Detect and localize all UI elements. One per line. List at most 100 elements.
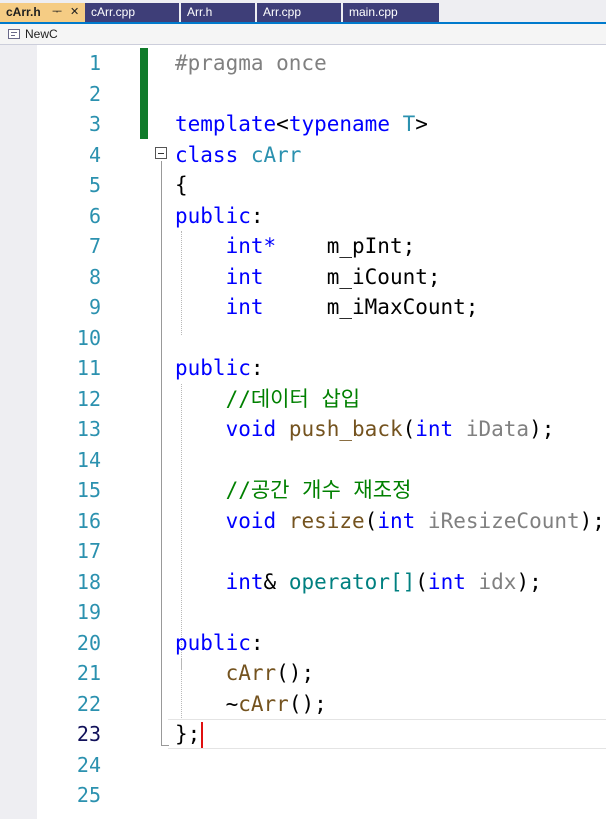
keyword: class (175, 142, 239, 167)
keyword: typename (288, 112, 390, 136)
preprocessor-directive: #pragma once (175, 51, 327, 75)
tab-main-cpp[interactable]: main.cpp (343, 3, 439, 22)
keyword: public (175, 203, 251, 228)
code-line-8: int m_iCount; (175, 262, 605, 293)
document-tab-bar: cArr.h ᅮ ✕ cArr.cpp Arr.h Arr.cpp main.c… (0, 0, 606, 24)
code-line-23: }; (175, 719, 605, 750)
keyword: void (225, 417, 277, 441)
navigation-bar[interactable]: NewC (0, 24, 606, 45)
code-line-22: ~cArr(); (175, 689, 605, 720)
line-number: 17 (76, 539, 101, 563)
code-line-5: { (175, 170, 605, 201)
punct: > (415, 112, 428, 136)
class-scope-icon (8, 29, 20, 39)
tab-carr-h[interactable]: cArr.h ᅮ ✕ (0, 3, 85, 22)
line-number: 1 (88, 51, 101, 75)
operator-name: operator[] (288, 569, 416, 594)
member-name: m_pInt; (326, 234, 416, 258)
pin-icon[interactable]: ᅮ (52, 3, 62, 22)
keyword: template (175, 112, 277, 136)
member-name: m_iMaxCount; (326, 295, 479, 319)
code-line-4: class cArr (175, 140, 605, 171)
line-number: 8 (88, 264, 101, 289)
keyword: int (415, 417, 454, 441)
line-number: 7 (88, 234, 101, 258)
function-name: resize (288, 508, 365, 533)
line-number: 5 (88, 173, 101, 197)
line-number: 14 (76, 447, 101, 472)
code-line-6: public: (175, 201, 605, 232)
punct: ); (516, 569, 542, 594)
destructor-name: cArr (238, 691, 289, 716)
outline-fold-line (161, 161, 162, 745)
line-number: 12 (76, 386, 101, 411)
punct: ); (579, 508, 605, 533)
punct: < (276, 112, 289, 136)
close-icon[interactable]: ✕ (70, 3, 79, 22)
line-number: 19 (76, 600, 101, 624)
tab-carr-cpp[interactable]: cArr.cpp (85, 3, 179, 22)
keyword: public (175, 630, 251, 655)
line-number: 3 (88, 112, 101, 136)
line-number-gutter: 1 2 3 4 5 6 7 8 9 10 11 12 13 14 15 16 1… (37, 48, 101, 811)
tab-label: cArr.cpp (91, 5, 136, 19)
change-tracking-bar (140, 48, 148, 139)
punct: }; (175, 722, 201, 746)
comment: //공간 개수 재조정 (225, 478, 412, 502)
collapse-icon[interactable] (155, 147, 167, 159)
tab-label: main.cpp (349, 5, 398, 19)
class-name: cArr (250, 142, 302, 167)
parameter: iResizeCount (427, 508, 580, 533)
code-line-1: #pragma once (175, 48, 605, 79)
keyword: void (225, 508, 277, 533)
code-editor[interactable]: 1 2 3 4 5 6 7 8 9 10 11 12 13 14 15 16 1… (0, 45, 606, 819)
code-line-20: public: (175, 628, 605, 659)
tab-arr-h[interactable]: Arr.h (181, 3, 255, 22)
code-text[interactable]: #pragma once template<typename T> class … (175, 48, 605, 811)
code-line-16: void resize(int iResizeCount); (175, 506, 605, 537)
punct: ( (364, 508, 378, 533)
punct: (); (288, 691, 327, 716)
template-param: T (402, 112, 416, 136)
line-number-current: 23 (76, 722, 101, 746)
line-number: 6 (88, 203, 101, 228)
keyword: int (377, 508, 416, 533)
keyword: int (427, 569, 466, 594)
keyword: int (225, 569, 264, 594)
parameter: iData (465, 417, 530, 441)
tab-label: Arr.h (187, 5, 213, 19)
function-name: push_back (288, 417, 403, 441)
line-number: 2 (88, 81, 101, 106)
punct: : (250, 356, 264, 380)
code-line-7: int* m_pInt; (175, 231, 605, 262)
code-line-21: cArr(); (175, 658, 605, 689)
keyword: int* (225, 234, 277, 258)
line-number: 13 (76, 417, 101, 441)
tab-label: cArr.h (6, 5, 41, 19)
keyword: int (225, 295, 264, 319)
parameter: idx (478, 569, 517, 594)
member-name: m_iCount; (326, 264, 441, 289)
text-caret (201, 722, 204, 748)
code-line-12: //데이터 삽입 (175, 384, 605, 415)
tab-arr-cpp[interactable]: Arr.cpp (257, 3, 341, 22)
line-number: 9 (88, 295, 101, 319)
code-line-11: public: (175, 353, 605, 384)
code-line-9: int m_iMaxCount; (175, 292, 605, 323)
keyword: int (225, 264, 264, 289)
line-number: 4 (88, 142, 101, 167)
punct: (); (276, 661, 315, 685)
tab-label: Arr.cpp (263, 5, 302, 19)
scope-dropdown-label[interactable]: NewC (25, 27, 58, 41)
line-number: 24 (76, 752, 101, 777)
line-number: 20 (76, 630, 101, 655)
code-line-13: void push_back(int iData); (175, 414, 605, 445)
punct: ( (415, 569, 428, 594)
line-number: 11 (76, 356, 101, 380)
line-number: 18 (76, 569, 101, 594)
